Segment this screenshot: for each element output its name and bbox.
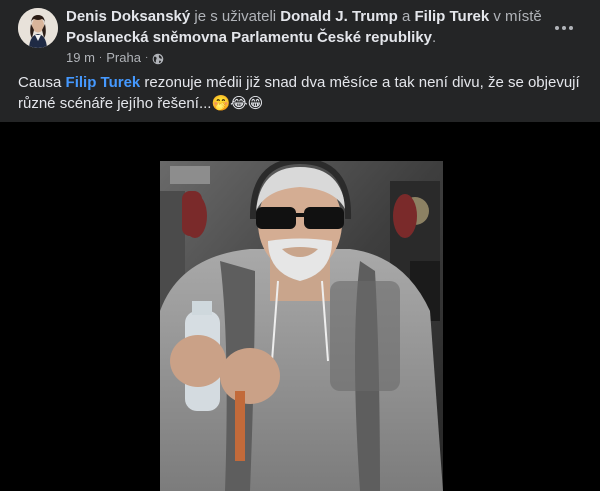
location-prefix: v místě [489, 8, 542, 25]
post-timestamp[interactable]: 19 m [66, 49, 95, 67]
avatar-image [18, 8, 58, 48]
post-subline: 19 m · Praha · [66, 49, 552, 67]
post-text-before: Causa [18, 74, 66, 91]
more-dot [569, 26, 573, 30]
author-avatar[interactable] [18, 8, 58, 48]
tagged-user-link-1[interactable]: Donald J. Trump [280, 8, 398, 25]
post-header: Denis Doksanský je s uživateli Donald J.… [18, 6, 578, 67]
more-dot [562, 26, 566, 30]
more-dot [555, 26, 559, 30]
and-text: a [397, 8, 415, 25]
mention-link[interactable]: Filip Turek [66, 74, 141, 91]
location-link[interactable]: Poslanecká sněmovna Parlamentu České rep… [66, 29, 432, 46]
post-text: Causa Filip Turek rezonuje médii již sna… [18, 72, 588, 114]
tagged-user-link-2[interactable]: Filip Turek [414, 8, 489, 25]
separator-dot: · [98, 52, 103, 63]
post-emojis: 🤭😂😁 [211, 94, 264, 112]
post-headline: Denis Doksanský je s uživateli Donald J.… [66, 6, 552, 48]
globe-icon[interactable] [152, 52, 164, 65]
with-text: je s uživateli [190, 8, 281, 25]
location-suffix: . [432, 29, 437, 46]
post-photo[interactable] [160, 161, 443, 491]
separator-dot-2: · [144, 52, 149, 63]
more-options-icon[interactable] [550, 18, 578, 38]
post-place[interactable]: Praha [106, 49, 141, 67]
post-media[interactable] [0, 122, 600, 491]
facebook-post: Denis Doksanský je s uživateli Donald J.… [0, 0, 600, 491]
photo-illustration [160, 161, 443, 491]
post-meta: Denis Doksanský je s uživateli Donald J.… [66, 6, 552, 67]
author-name-link[interactable]: Denis Doksanský [66, 8, 190, 25]
